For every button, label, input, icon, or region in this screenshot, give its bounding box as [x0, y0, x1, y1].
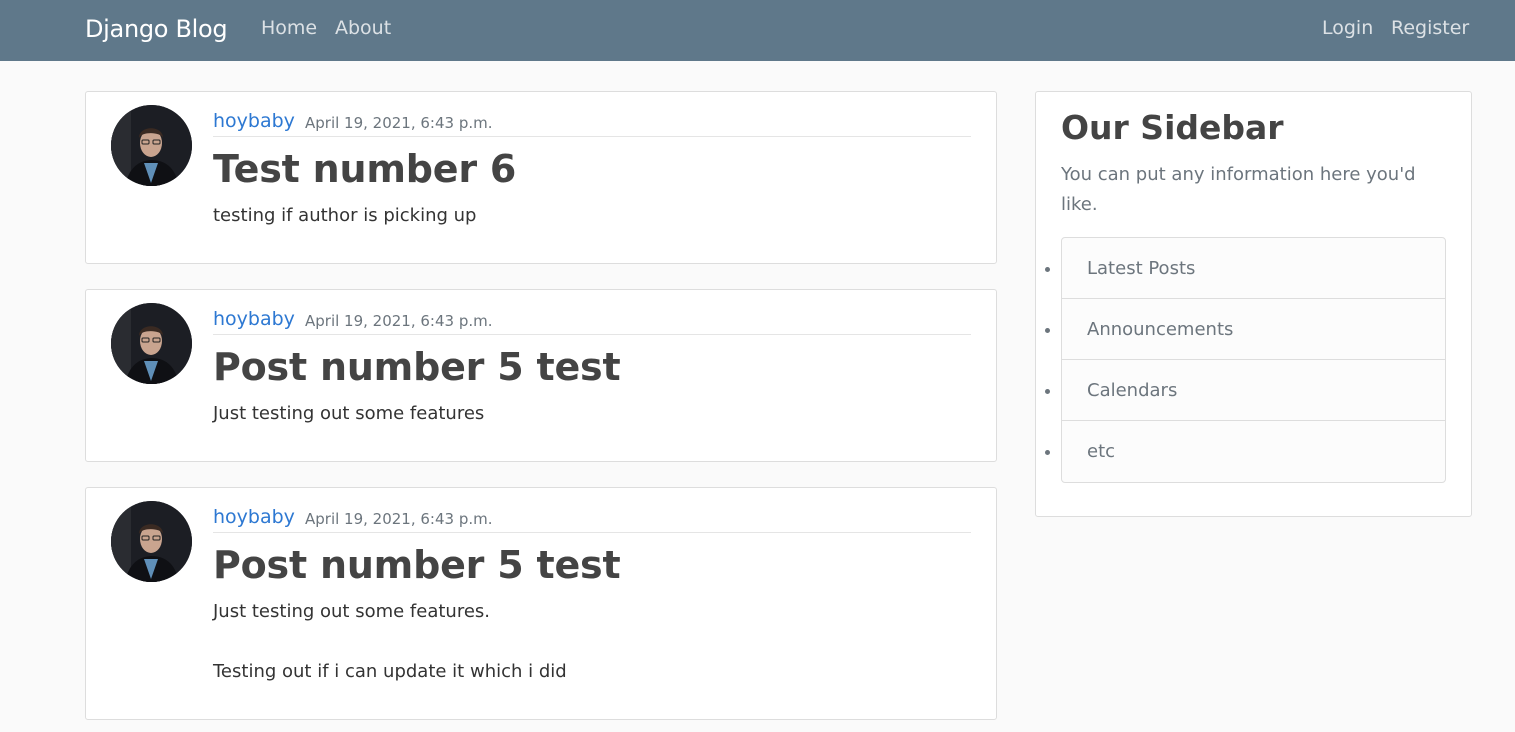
post-title-link[interactable]: Post number 5 test [213, 344, 621, 390]
brand-logo-link[interactable]: Django Blog [85, 13, 228, 45]
post-author-link[interactable]: hoybaby [213, 505, 295, 529]
post-content: Testing out if i can update it which i d… [213, 661, 567, 682]
post-author-link[interactable]: hoybaby [213, 109, 295, 133]
post-date: April 19, 2021, 6:43 p.m. [305, 114, 493, 132]
sidebar-item-announcements[interactable]: Announcements [1062, 299, 1445, 360]
sidebar-item-etc[interactable]: etc [1062, 421, 1445, 482]
nav-home-link[interactable]: Home [261, 16, 317, 40]
post-meta: hoybaby April 19, 2021, 6:43 p.m. [213, 307, 971, 335]
post-meta: hoybaby April 19, 2021, 6:43 p.m. [213, 109, 971, 137]
post-author-link[interactable]: hoybaby [213, 307, 295, 331]
sidebar-item-latest-posts[interactable]: Latest Posts [1062, 238, 1445, 299]
post-content: Just testing out some features. [213, 601, 491, 622]
nav-login-link[interactable]: Login [1322, 16, 1373, 40]
post-content: Just testing out some features [213, 403, 485, 424]
sidebar-item-calendars[interactable]: Calendars [1062, 360, 1445, 421]
author-avatar[interactable] [111, 501, 192, 582]
nav-register-link[interactable]: Register [1391, 16, 1469, 40]
post-card: hoybaby April 19, 2021, 6:43 p.m. Test n… [85, 91, 997, 264]
post-date: April 19, 2021, 6:43 p.m. [305, 312, 493, 330]
post-card: hoybaby April 19, 2021, 6:43 p.m. Post n… [85, 487, 997, 720]
post-meta: hoybaby April 19, 2021, 6:43 p.m. [213, 505, 971, 533]
top-navbar: Django Blog Home About Login Register [0, 0, 1515, 61]
sidebar-title: Our Sidebar [1061, 108, 1284, 147]
sidebar-list: Latest Posts Announcements Calendars etc [1061, 237, 1446, 483]
post-card: hoybaby April 19, 2021, 6:43 p.m. Post n… [85, 289, 997, 462]
sidebar: Our Sidebar You can put any information … [1035, 91, 1472, 517]
nav-about-link[interactable]: About [335, 16, 391, 40]
post-date: April 19, 2021, 6:43 p.m. [305, 510, 493, 528]
author-avatar[interactable] [111, 303, 192, 384]
author-avatar[interactable] [111, 105, 192, 186]
post-content: testing if author is picking up [213, 205, 477, 226]
post-title-link[interactable]: Test number 6 [213, 146, 516, 192]
post-title-link[interactable]: Post number 5 test [213, 542, 621, 588]
sidebar-description: You can put any information here you'd l… [1061, 164, 1416, 215]
